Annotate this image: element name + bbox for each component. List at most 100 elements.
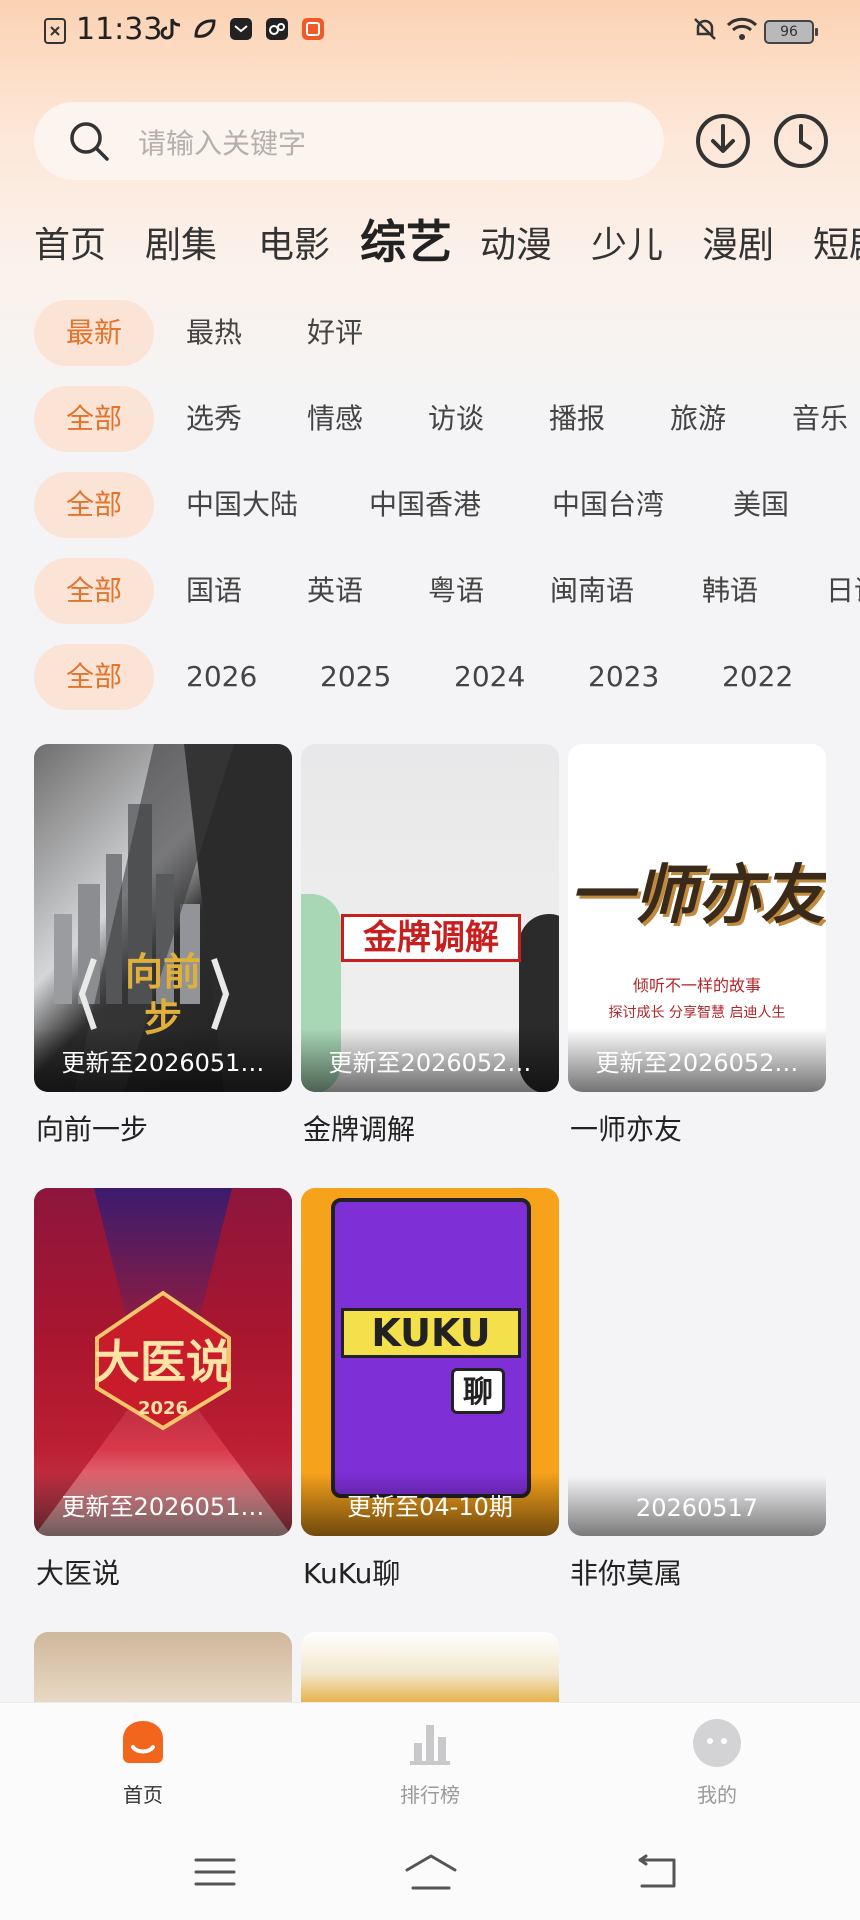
filter-row-region: 全部 中国大陆 中国香港 中国台湾 美国	[0, 470, 860, 540]
chip-region[interactable]: 中国香港	[339, 472, 511, 538]
tab-kids[interactable]: 少儿	[591, 216, 663, 268]
poster-image: 向前步 更新至2026051…	[34, 744, 292, 1092]
search-icon	[70, 122, 109, 161]
update-status: 更新至04-10期	[347, 1493, 513, 1521]
show-title: KuKu聊	[303, 1557, 401, 1590]
home-face-icon	[123, 1721, 163, 1763]
chip-sort-latest[interactable]: 最新	[34, 300, 154, 366]
bottom-nav: 首页 排行榜 我的	[0, 1702, 860, 1824]
bar-chart-icon	[410, 1725, 450, 1765]
update-status: 20260517	[635, 1494, 759, 1522]
tab-home[interactable]: 首页	[34, 216, 106, 268]
chip-year[interactable]: 2024	[424, 644, 555, 710]
chip-region[interactable]: 中国大陆	[156, 472, 328, 538]
poster-tagline: 倾听不一样的故事	[632, 976, 761, 995]
app-leaf-icon	[194, 19, 216, 38]
tab-anime[interactable]: 动漫	[480, 216, 552, 268]
chip-sort-rated[interactable]: 好评	[277, 300, 393, 366]
update-status: 更新至2026051…	[61, 1493, 265, 1521]
system-home-icon[interactable]	[403, 1852, 459, 1892]
search-input[interactable]: 请输入关键字	[34, 102, 664, 180]
tab-movies[interactable]: 电影	[258, 216, 330, 268]
chip-type-all[interactable]: 全部	[34, 386, 154, 452]
chip-language[interactable]: 英语	[277, 558, 393, 624]
history-clock-icon[interactable]	[772, 112, 830, 170]
chip-region-all[interactable]: 全部	[34, 472, 154, 538]
chip-year[interactable]: 2025	[290, 644, 421, 710]
nav-label: 排行榜	[400, 1783, 460, 1807]
back-icon[interactable]	[634, 1852, 680, 1892]
chip-language[interactable]: 粤语	[398, 558, 514, 624]
filter-row-year: 全部 2026 2025 2024 2023 2022	[0, 642, 860, 712]
update-status: 更新至2026052…	[328, 1049, 532, 1077]
nav-ranking[interactable]: 排行榜	[370, 1717, 490, 1808]
chip-region[interactable]: 中国台湾	[522, 472, 694, 538]
update-status: 更新至2026051…	[61, 1049, 265, 1077]
nav-profile[interactable]: 我的	[657, 1717, 777, 1808]
chip-region[interactable]: 美国	[703, 472, 819, 538]
mute-bell-icon	[694, 18, 716, 40]
clock: 11:33	[76, 12, 163, 47]
battery-indicator: 96	[764, 20, 818, 44]
show-title: 大医说	[36, 1557, 121, 1590]
category-tabs: 首页 剧集 电影 综艺 动漫 少儿 漫剧 短剧	[0, 204, 860, 274]
profile-face-icon	[693, 1719, 741, 1767]
chip-language-all[interactable]: 全部	[34, 558, 154, 624]
show-title: 金牌调解	[303, 1113, 416, 1146]
poster-chat-bubble: 聊	[451, 1368, 505, 1414]
chip-type[interactable]: 旅游	[640, 386, 756, 452]
poster-image: 20260517	[568, 1188, 826, 1536]
poster-image-partial[interactable]	[34, 1632, 292, 1702]
tab-short-drama[interactable]: 短剧	[813, 216, 860, 268]
mail-app-icon	[230, 18, 252, 40]
nav-home[interactable]: 首页	[83, 1717, 203, 1808]
download-icon[interactable]	[694, 112, 752, 170]
sim-card-icon	[44, 18, 66, 44]
chip-language[interactable]: 韩语	[672, 558, 788, 624]
chip-type[interactable]: 访谈	[398, 386, 514, 452]
show-title: 一师亦友	[570, 1113, 683, 1146]
filter-row-type: 全部 选秀 情感 访谈 播报 旅游 音乐	[0, 384, 860, 454]
menu-icon[interactable]	[192, 1852, 238, 1892]
chip-type[interactable]: 情感	[277, 386, 393, 452]
tiktok-icon	[160, 18, 181, 40]
poster-title: 大医说	[94, 1335, 232, 1389]
show-title: 非你莫属	[570, 1557, 683, 1590]
poster-image: 金牌调解 更新至2026052…	[301, 744, 559, 1092]
tab-variety[interactable]: 综艺	[360, 206, 452, 272]
system-navigation-bar	[0, 1824, 860, 1920]
filter-row-language: 全部 国语 英语 粤语 闽南语 韩语 日语	[0, 556, 860, 626]
filter-row-sort: 最新 最热 好评	[0, 298, 860, 368]
chip-type[interactable]: 音乐	[762, 386, 860, 452]
chip-language[interactable]: 闽南语	[520, 558, 664, 624]
poster-title: KUKU	[341, 1308, 521, 1358]
chip-year-all[interactable]: 全部	[34, 644, 154, 710]
status-bar: 11:33 96	[0, 0, 860, 66]
game-app-icon	[266, 18, 288, 40]
search-placeholder: 请输入关键字	[138, 127, 307, 160]
tab-manga-drama[interactable]: 漫剧	[702, 216, 774, 268]
chip-language[interactable]: 日语	[796, 558, 860, 624]
chip-type[interactable]: 播报	[519, 386, 635, 452]
nav-label: 首页	[123, 1783, 163, 1807]
chip-year[interactable]: 2022	[692, 644, 823, 710]
poster-image-partial[interactable]	[301, 1632, 559, 1702]
poster-title: 一师亦友	[569, 859, 825, 933]
poster-tagline-2: 探讨成长 分享智慧 启迪人生	[608, 1005, 786, 1021]
update-status: 更新至2026052…	[595, 1049, 799, 1077]
show-title: 向前一步	[36, 1113, 149, 1146]
chip-language[interactable]: 国语	[156, 558, 272, 624]
orange-app-icon	[302, 18, 324, 40]
chip-type[interactable]: 选秀	[156, 386, 272, 452]
tab-series[interactable]: 剧集	[145, 216, 217, 268]
poster-image: 大医说 2026 更新至2026051…	[34, 1188, 292, 1536]
chip-sort-hot[interactable]: 最热	[156, 300, 272, 366]
chip-year[interactable]: 2023	[558, 644, 689, 710]
chip-year[interactable]: 2026	[156, 644, 287, 710]
poster-title: 金牌调解	[341, 914, 521, 962]
wifi-icon	[726, 17, 758, 40]
poster-year: 2026	[137, 1398, 189, 1419]
poster-image: KUKU 聊 更新至04-10期	[301, 1188, 559, 1536]
nav-label: 我的	[697, 1783, 737, 1807]
poster-image: 一师亦友 倾听不一样的故事 探讨成长 分享智慧 启迪人生 更新至2026052…	[568, 744, 826, 1092]
